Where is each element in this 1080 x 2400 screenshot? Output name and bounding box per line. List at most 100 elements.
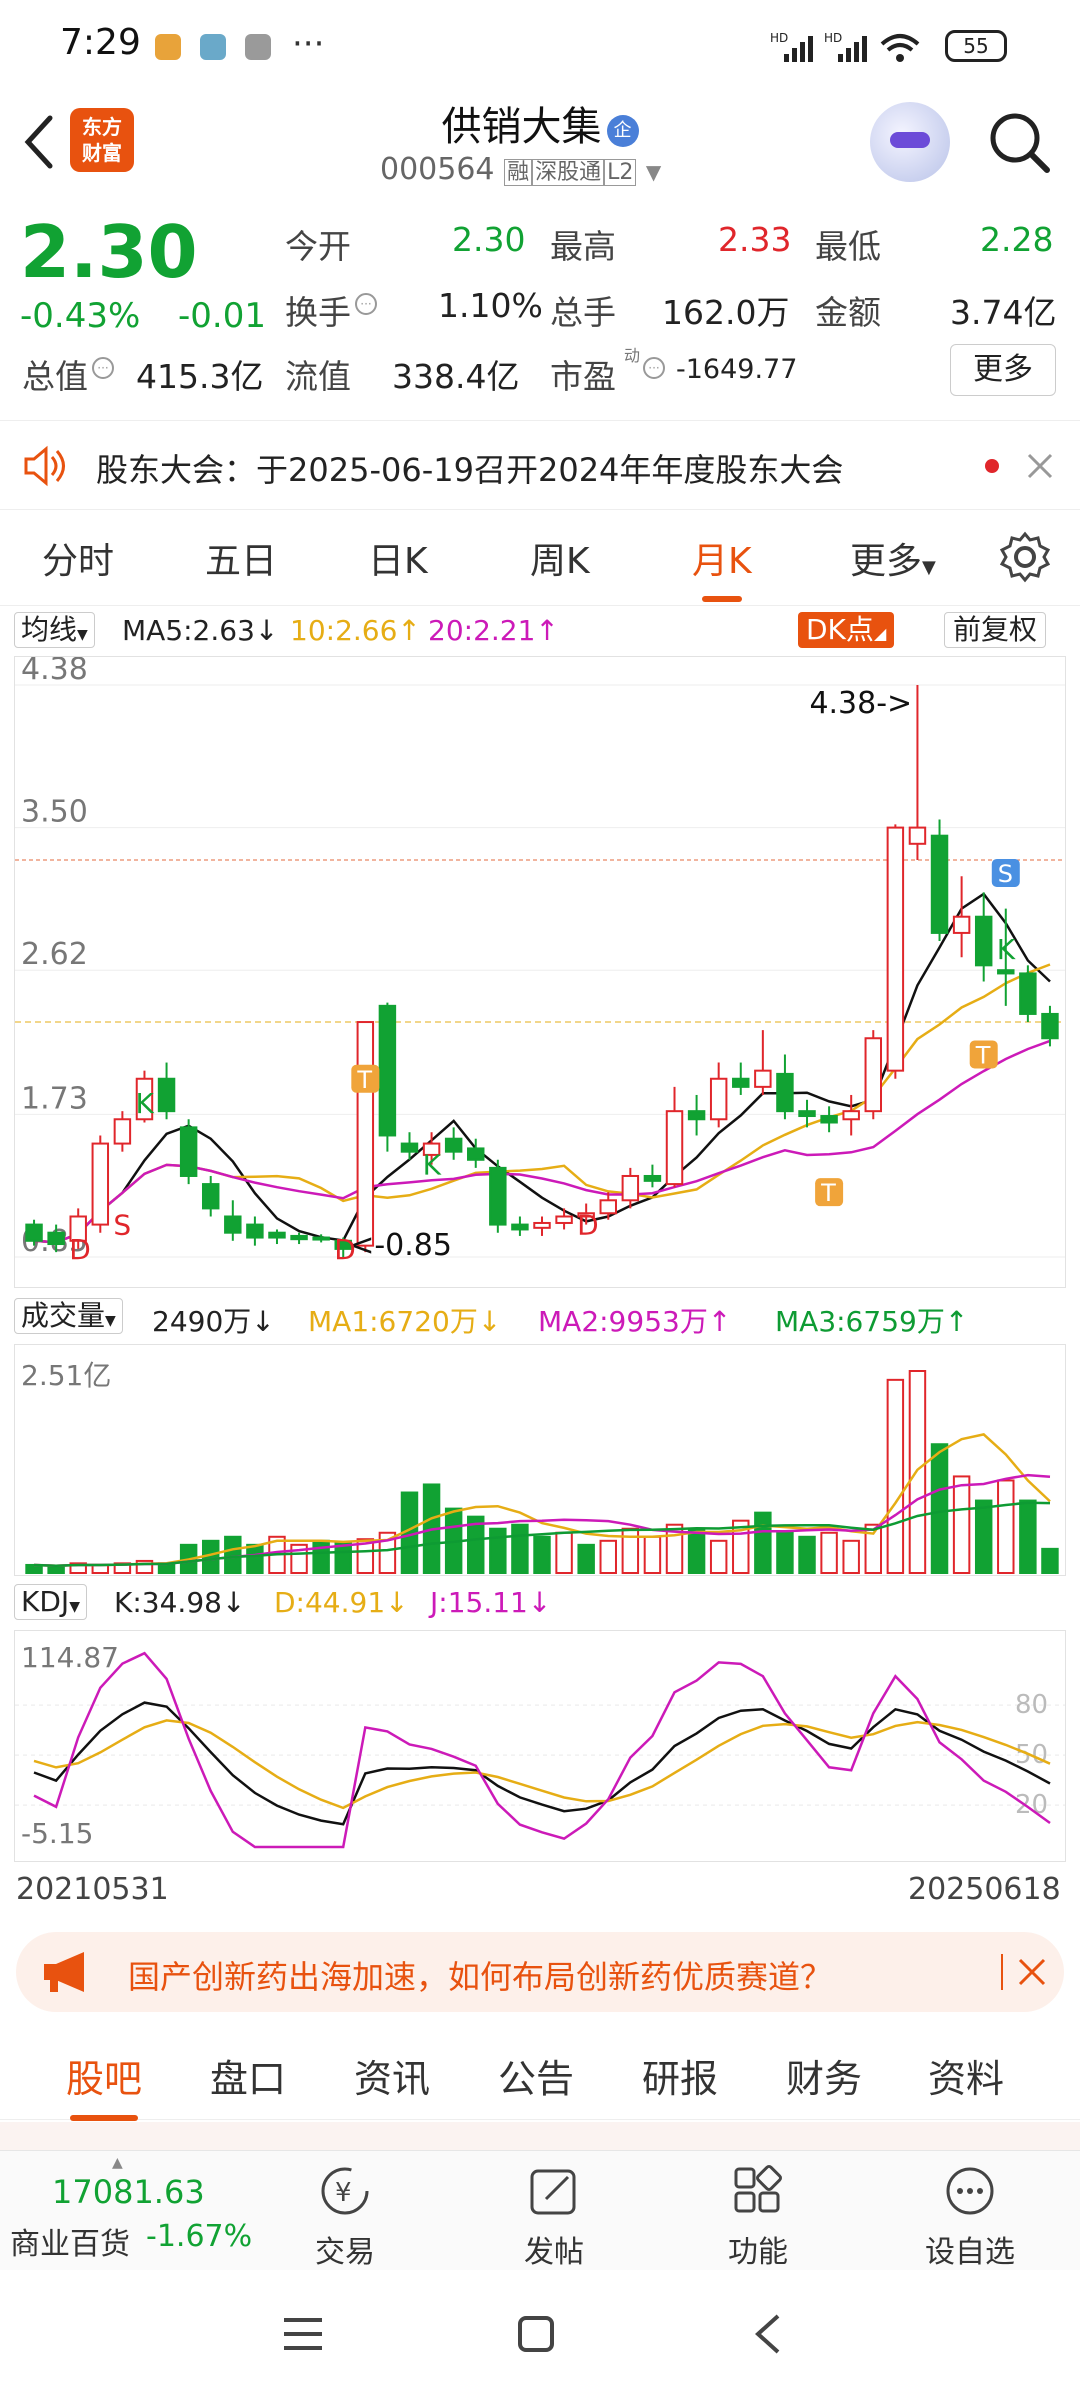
more-notifications-icon: ··· xyxy=(292,24,325,64)
volume-bar xyxy=(577,1543,595,1575)
tab-forum[interactable]: 股吧 xyxy=(66,2048,142,2121)
candlestick-chart[interactable]: 4.383.502.621.730.85 4.38-><-0.85SDKDTKD… xyxy=(14,656,1066,1288)
kdj-chart[interactable]: 805020114.87-5.15 xyxy=(14,1630,1066,1862)
search-icon[interactable] xyxy=(985,108,1055,178)
close-icon[interactable] xyxy=(1016,1956,1048,1988)
change-percent: -0.43% xyxy=(20,296,141,336)
add-watchlist-button[interactable]: 设自选 xyxy=(900,2165,1040,2271)
volume-bar xyxy=(1041,1547,1059,1574)
down-arrow-icon: ↓ xyxy=(251,1305,275,1338)
tab-more[interactable]: 更多▼ xyxy=(850,532,936,584)
candle-body xyxy=(643,1174,662,1182)
app-notification-icon xyxy=(245,34,271,60)
tab-weekly-k[interactable]: 周K xyxy=(530,532,590,584)
candle-body xyxy=(687,1110,706,1121)
info-icon[interactable]: ··· xyxy=(92,357,114,379)
close-icon[interactable] xyxy=(1025,451,1055,481)
tab-announcements[interactable]: 公告 xyxy=(498,2048,574,2103)
tab-daily-k[interactable]: 日K xyxy=(368,532,428,584)
app-notification-icon xyxy=(155,34,181,60)
volume-bar xyxy=(533,1535,551,1575)
kdj-line xyxy=(33,1651,1051,1849)
dropdown-arrow-icon[interactable]: ▼ xyxy=(646,160,661,184)
tab-intraday[interactable]: 分时 xyxy=(42,532,114,584)
kdj-j-value: J:15.11 xyxy=(430,1586,528,1619)
badge-l2: L2 xyxy=(604,159,637,186)
dropdown-arrow-icon: ◢ xyxy=(873,624,887,643)
info-icon[interactable]: ··· xyxy=(355,293,377,315)
volume-bar xyxy=(930,1443,949,1574)
dropdown-arrow-icon: ▼ xyxy=(77,627,88,643)
last-price: 2.30 xyxy=(20,210,198,294)
candle-body xyxy=(533,1221,551,1229)
notice-text: 股东大会：于2025-06-19召开2024年年度股东大会 xyxy=(96,451,844,489)
clock: 7:29 xyxy=(60,22,141,63)
volume-selector[interactable]: 成交量▼ xyxy=(14,1298,123,1334)
start-date: 20210531 xyxy=(16,1872,169,1907)
up-arrow-icon: ↑ xyxy=(707,1305,732,1338)
open-label: 今开 xyxy=(285,227,351,266)
up-arrow-icon: ↑ xyxy=(535,614,559,647)
high-label: 最高 xyxy=(550,227,616,266)
tab-profile[interactable]: 资料 xyxy=(928,2048,1004,2103)
signal-label: K xyxy=(135,1087,154,1120)
post-button[interactable]: 发帖 xyxy=(484,2165,624,2271)
info-icon[interactable]: ··· xyxy=(643,357,665,379)
tab-monthly-k[interactable]: 月K xyxy=(692,532,752,602)
candle-body xyxy=(444,1137,463,1153)
kdj-selector[interactable]: KDJ▼ xyxy=(14,1584,87,1620)
turnover-label: 换手 xyxy=(285,293,351,332)
right-tick-label: 20 xyxy=(1015,1790,1048,1820)
candle-body xyxy=(864,1037,883,1113)
volume-value: 162.0万 xyxy=(662,293,790,332)
candle-body xyxy=(511,1223,529,1231)
dropdown-arrow-icon: ▼ xyxy=(69,1599,80,1615)
system-nav-bar xyxy=(0,2270,1080,2400)
dk-point-button[interactable]: DK点◢ xyxy=(798,612,895,648)
pe-dynamic-sup: 动 xyxy=(624,346,641,365)
functions-button[interactable]: 功能 xyxy=(688,2165,828,2271)
assistant-robot-icon[interactable] xyxy=(870,102,950,182)
tab-five-day[interactable]: 五日 xyxy=(205,532,277,584)
candle-body xyxy=(246,1223,264,1239)
back-nav-icon[interactable] xyxy=(748,2310,788,2358)
open-value: 2.30 xyxy=(452,220,526,259)
content-preview-strip xyxy=(0,2122,1080,2150)
volume-bar xyxy=(997,1479,1015,1574)
volume-bar xyxy=(1019,1499,1037,1574)
speaker-icon xyxy=(24,445,65,487)
tab-research[interactable]: 研报 xyxy=(642,2048,718,2103)
candle-body xyxy=(820,1115,838,1124)
indicator-selector[interactable]: 均线▼ xyxy=(14,612,95,648)
trade-label: 交易 xyxy=(315,2235,375,2270)
adjust-button[interactable]: 前复权 xyxy=(944,612,1047,648)
signal-label: D xyxy=(69,1233,91,1266)
notice-bar[interactable]: 股东大会：于2025-06-19召开2024年年度股东大会 xyxy=(0,420,1080,510)
volume-bar xyxy=(709,1539,728,1574)
sector-index[interactable]: ▲ 17081.63 商业百货 -1.67% xyxy=(0,2151,260,2271)
low-value: 2.28 xyxy=(980,220,1054,259)
compose-icon xyxy=(530,2169,576,2215)
candle-body xyxy=(599,1199,617,1215)
tab-news[interactable]: 资讯 xyxy=(354,2048,430,2103)
menu-icon[interactable] xyxy=(280,2314,326,2354)
sector-index-value: 17081.63 xyxy=(52,2173,205,2211)
home-icon[interactable] xyxy=(514,2312,558,2356)
indicator-selector-label: 均线 xyxy=(21,613,78,646)
down-arrow-icon: ↓ xyxy=(254,614,279,647)
candle-body xyxy=(709,1077,728,1121)
trade-button[interactable]: ¥ 交易 xyxy=(275,2165,415,2271)
volume-bar xyxy=(842,1539,860,1574)
ad-banner[interactable]: 国产创新药出海加速，如何布局创新药优质赛道？ xyxy=(16,1932,1064,2012)
settings-icon[interactable] xyxy=(998,530,1052,584)
candle-body xyxy=(113,1118,132,1145)
candle-body xyxy=(798,1110,816,1118)
volume-label: 总手 xyxy=(550,293,616,332)
volume-chart[interactable]: 2.51亿 xyxy=(14,1344,1066,1576)
tab-orderbook[interactable]: 盘口 xyxy=(210,2048,286,2103)
float-value: 338.4亿 xyxy=(392,357,520,396)
tab-finance[interactable]: 财务 xyxy=(786,2048,862,2103)
candle-body xyxy=(91,1142,110,1226)
signal-label: D xyxy=(577,1209,599,1242)
more-quote-button[interactable]: 更多 xyxy=(950,344,1056,396)
